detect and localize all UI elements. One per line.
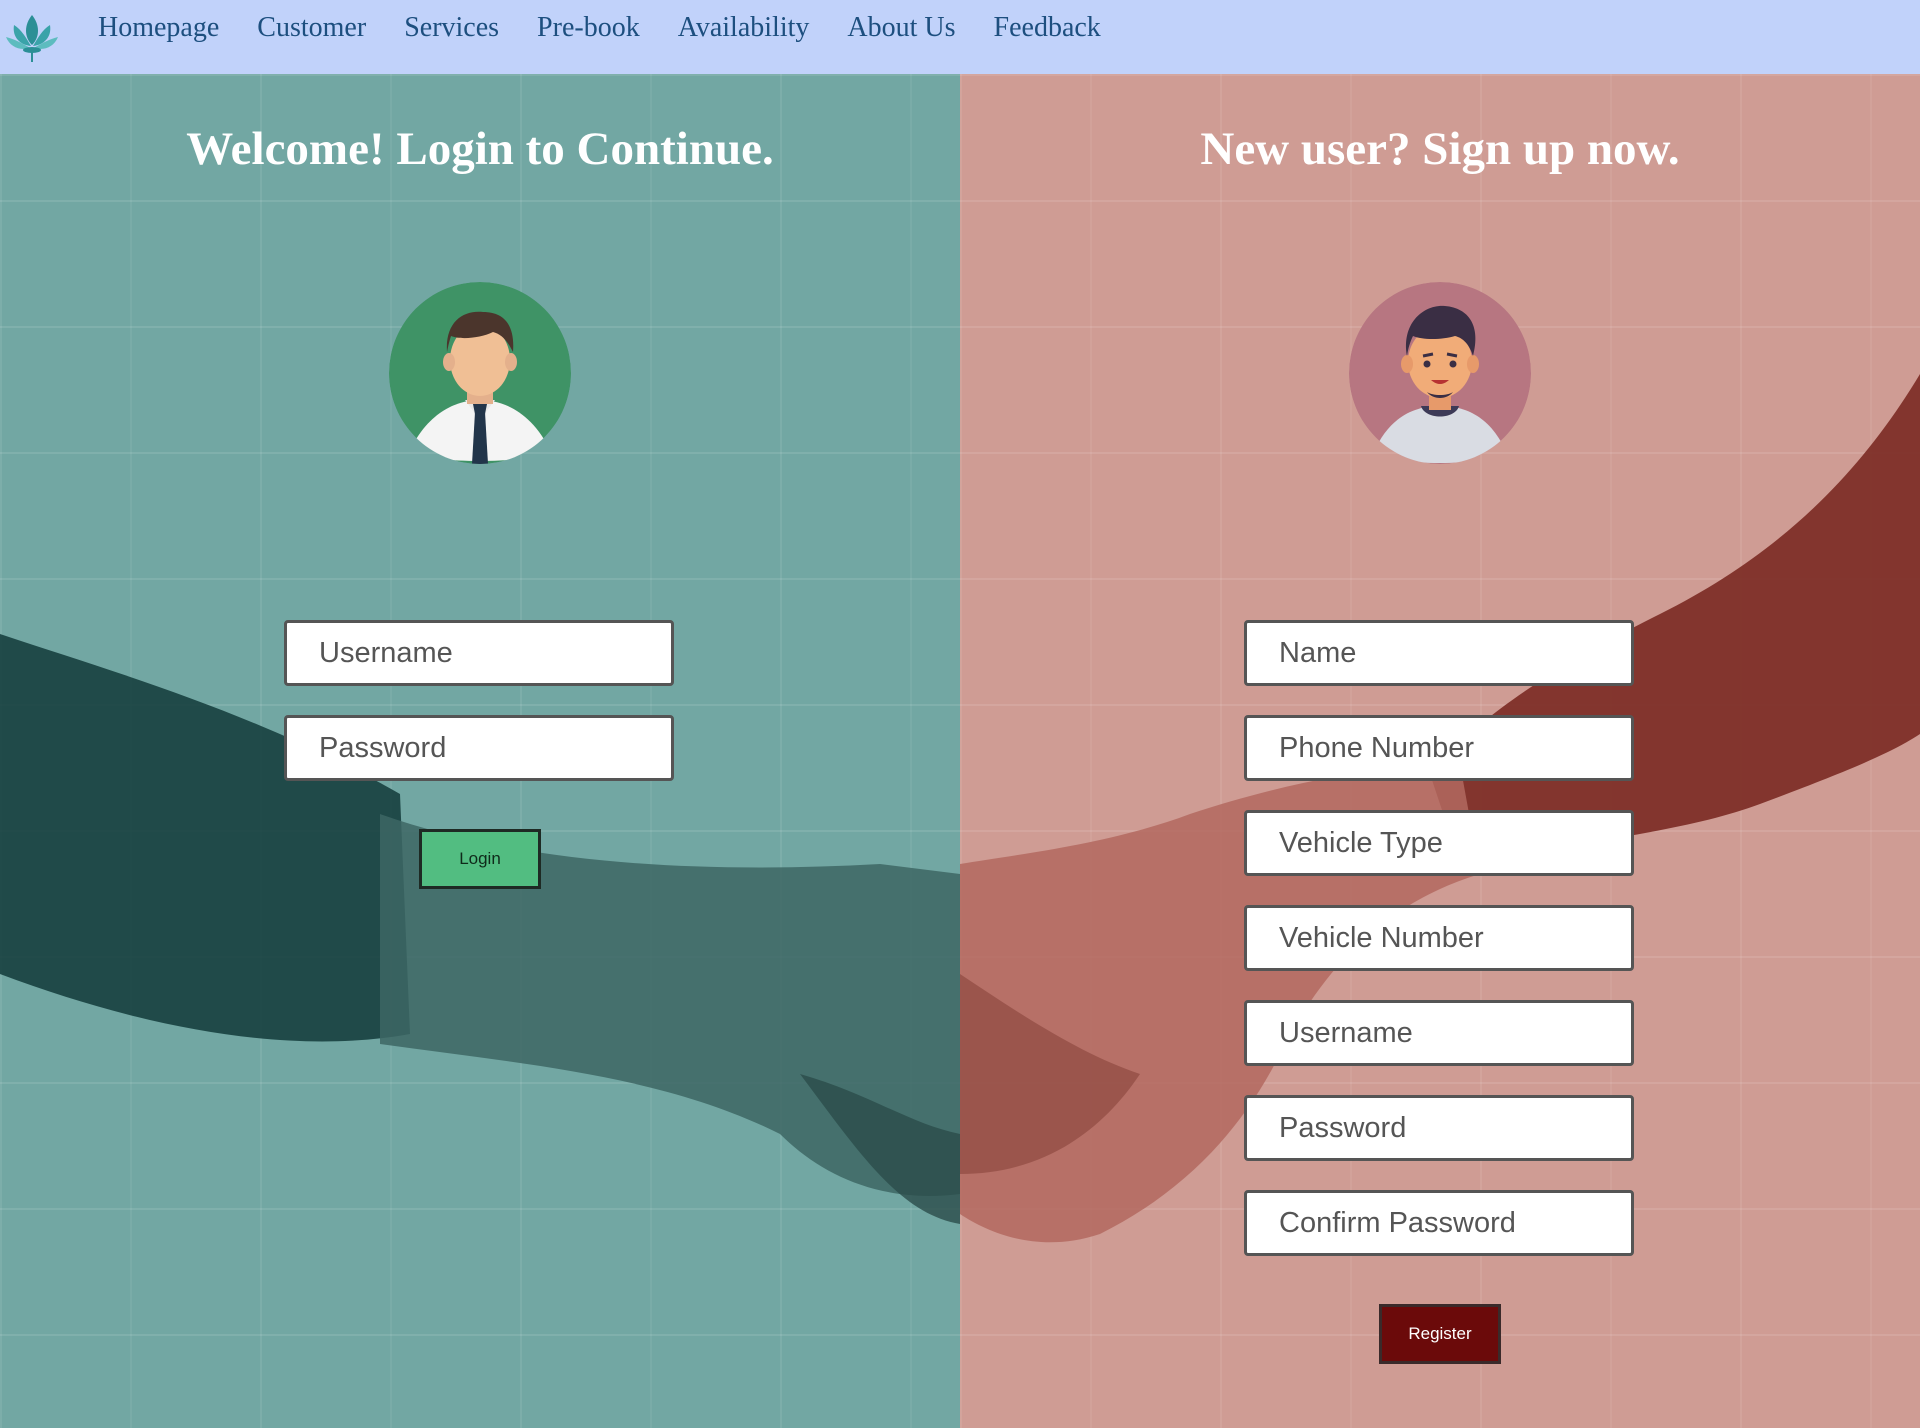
login-username-input[interactable]: [284, 620, 674, 686]
nav-pre-book[interactable]: Pre-book: [537, 12, 640, 44]
nav-about-us[interactable]: About Us: [847, 12, 955, 44]
signup-password-input[interactable]: [1244, 1095, 1634, 1161]
signup-vehicle-number-input[interactable]: [1244, 905, 1634, 971]
signup-phone-input[interactable]: [1244, 715, 1634, 781]
businessman-avatar-icon: [389, 282, 571, 464]
signup-name-input[interactable]: [1244, 620, 1634, 686]
nav-services[interactable]: Services: [404, 12, 499, 44]
user-avatar-icon: [1349, 282, 1531, 464]
signup-title: New user? Sign up now.: [1200, 123, 1680, 175]
signup-panel: New user? Sign up now. Register: [960, 74, 1920, 1428]
login-password-input[interactable]: [284, 715, 674, 781]
nav-availability[interactable]: Availability: [678, 12, 810, 44]
nav-customer[interactable]: Customer: [257, 12, 366, 44]
login-button[interactable]: Login: [419, 829, 541, 889]
lotus-logo-icon[interactable]: [2, 7, 62, 67]
register-button[interactable]: Register: [1379, 1304, 1501, 1364]
nav-homepage[interactable]: Homepage: [98, 12, 219, 44]
top-navbar: Homepage Customer Services Pre-book Avai…: [0, 0, 1920, 74]
login-panel: Welcome! Login to Continue. Login: [0, 74, 960, 1428]
signup-vehicle-type-input[interactable]: [1244, 810, 1634, 876]
nav-feedback[interactable]: Feedback: [994, 12, 1101, 44]
signup-confirm-password-input[interactable]: [1244, 1190, 1634, 1256]
signup-username-input[interactable]: [1244, 1000, 1634, 1066]
login-title: Welcome! Login to Continue.: [186, 123, 774, 175]
